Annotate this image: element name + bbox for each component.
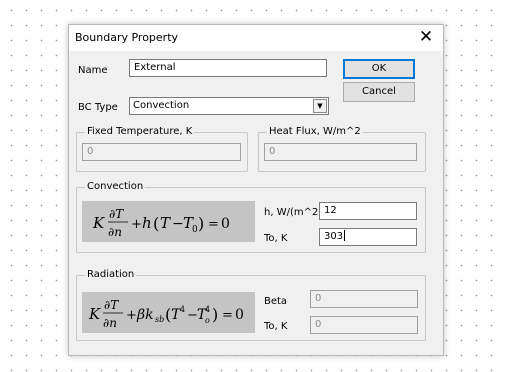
- svg-text:0: 0: [221, 216, 230, 232]
- svg-text:+: +: [131, 217, 142, 232]
- radiation-to-label: To, K: [264, 321, 288, 332]
- svg-text:∂T: ∂T: [109, 207, 124, 221]
- svg-text:=: =: [208, 217, 219, 232]
- name-label: Name: [78, 65, 108, 76]
- fixed-temperature-group: Fixed Temperature, K 0: [76, 126, 248, 172]
- svg-text:∂T: ∂T: [104, 298, 119, 312]
- svg-text:h: h: [142, 214, 152, 232]
- to-value: 303: [324, 231, 344, 242]
- svg-text:sb: sb: [155, 315, 164, 324]
- cancel-button[interactable]: Cancel: [343, 82, 415, 102]
- name-input[interactable]: External: [129, 59, 327, 77]
- svg-text:βk: βk: [136, 307, 154, 323]
- ok-button[interactable]: OK: [343, 59, 415, 79]
- h-value: 12: [324, 205, 337, 216]
- boundary-property-dialog: Boundary Property ✕ Name External OK Can…: [68, 24, 444, 356]
- bc-type-select[interactable]: Convection ▼: [129, 97, 329, 115]
- svg-text:4: 4: [180, 305, 185, 314]
- svg-text:4: 4: [205, 305, 210, 314]
- svg-text:∂n: ∂n: [103, 316, 117, 330]
- close-icon[interactable]: ✕: [415, 26, 437, 48]
- svg-text:(: (: [153, 214, 159, 233]
- bc-type-label: BC Type: [78, 102, 118, 113]
- beta-label: Beta: [264, 296, 288, 307]
- dialog-title: Boundary Property: [75, 31, 179, 44]
- svg-text:): ): [198, 214, 204, 233]
- bc-type-value: Convection: [133, 100, 190, 111]
- svg-text:+: +: [126, 308, 137, 323]
- title-bar[interactable]: Boundary Property ✕: [69, 25, 443, 51]
- radiation-to-value: 0: [315, 319, 322, 330]
- fixed-temperature-value: 0: [87, 146, 94, 157]
- radiation-label: Radiation: [85, 269, 137, 281]
- heat-flux-group: Heat Flux, W/m^2 0: [258, 126, 426, 172]
- svg-text:K: K: [92, 214, 105, 232]
- radiation-group: Radiation K ∂T ∂n + βk sb ( T 4 − T 4 o …: [76, 269, 426, 341]
- beta-input[interactable]: 0: [310, 290, 418, 308]
- convection-label: Convection: [85, 181, 146, 193]
- name-value: External: [134, 62, 176, 73]
- heat-flux-label: Heat Flux, W/m^2: [267, 126, 363, 138]
- svg-text:): ): [212, 305, 218, 324]
- chevron-down-icon[interactable]: ▼: [313, 99, 327, 113]
- fixed-temperature-input[interactable]: 0: [82, 143, 241, 161]
- radiation-to-input[interactable]: 0: [310, 316, 418, 334]
- svg-text:K: K: [88, 305, 101, 323]
- svg-text:∂n: ∂n: [108, 225, 122, 239]
- fixed-temperature-label: Fixed Temperature, K: [85, 126, 195, 138]
- svg-text:0: 0: [235, 307, 244, 323]
- beta-value: 0: [315, 293, 322, 304]
- convection-equation: K ∂T ∂n + h ( T − T 0 ) = 0: [82, 201, 255, 242]
- svg-text:o: o: [205, 316, 210, 325]
- convection-group: Convection K ∂T ∂n + h ( T − T 0 ) = 0 h…: [76, 181, 426, 253]
- radiation-equation: K ∂T ∂n + βk sb ( T 4 − T 4 o ) = 0: [82, 292, 255, 333]
- heat-flux-input[interactable]: 0: [264, 143, 417, 161]
- svg-text:−: −: [172, 216, 184, 232]
- svg-text:=: =: [222, 308, 233, 323]
- heat-flux-value: 0: [269, 146, 276, 157]
- h-input[interactable]: 12: [319, 202, 417, 220]
- svg-text:T: T: [160, 214, 171, 232]
- to-label: To, K: [264, 233, 288, 244]
- text-cursor: [344, 230, 346, 241]
- to-input[interactable]: 303: [319, 228, 417, 246]
